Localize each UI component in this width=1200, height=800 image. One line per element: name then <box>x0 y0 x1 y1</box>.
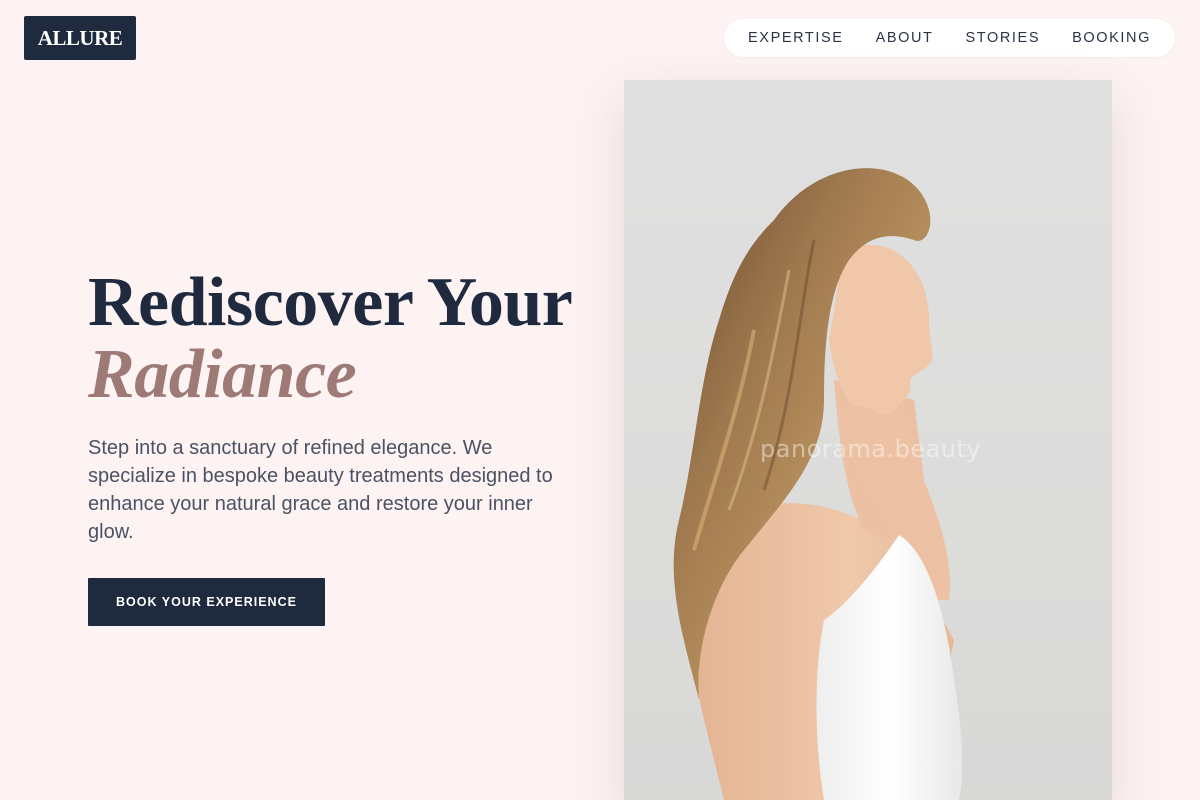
photo-watermark: panorama.beauty <box>760 435 982 463</box>
hero-text: Rediscover Your Radiance Step into a san… <box>88 266 588 546</box>
hero-title-accent: Radiance <box>88 336 357 413</box>
hero-title-line1: Rediscover Your <box>88 264 573 341</box>
nav-item-expertise[interactable]: EXPERTISE <box>748 30 844 46</box>
nav-item-booking[interactable]: BOOKING <box>1072 30 1151 46</box>
brand-logo[interactable]: ALLURE <box>24 16 136 60</box>
hero-photo: panorama.beauty <box>624 80 1112 800</box>
hero-title: Rediscover Your Radiance <box>88 266 588 410</box>
landing-page: ALLURE EXPERTISE ABOUT STORIES BOOKING R… <box>0 0 1200 800</box>
top-nav: EXPERTISE ABOUT STORIES BOOKING <box>724 19 1175 57</box>
hero-description: Step into a sanctuary of refined eleganc… <box>88 437 553 543</box>
book-experience-button[interactable]: BOOK YOUR EXPERIENCE <box>88 578 325 626</box>
nav-item-stories[interactable]: STORIES <box>966 30 1041 46</box>
nav-item-about[interactable]: ABOUT <box>876 30 934 46</box>
